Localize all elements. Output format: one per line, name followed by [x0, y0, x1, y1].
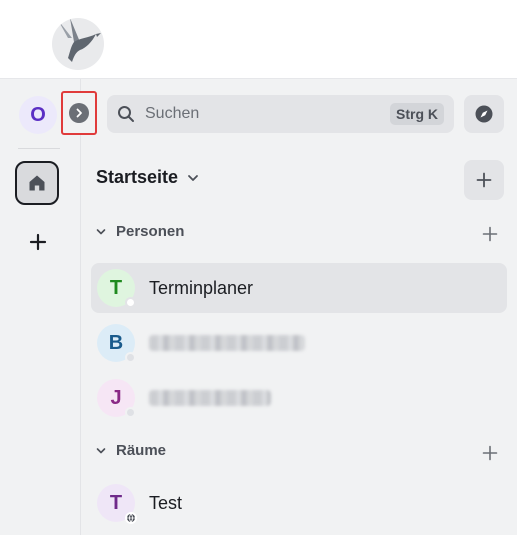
search-shortcut-badge: Strg K	[390, 103, 444, 125]
add-room-button[interactable]	[464, 160, 504, 200]
avatar: T	[97, 484, 137, 524]
add-space-button[interactable]	[26, 230, 50, 254]
add-person-button[interactable]	[482, 224, 498, 246]
home-space-button[interactable]	[15, 161, 59, 205]
add-room-section-button[interactable]	[482, 443, 498, 465]
expand-sidebar-button[interactable]	[61, 91, 97, 135]
avatar: B	[97, 324, 136, 363]
workspace-avatar[interactable]: O	[19, 96, 57, 134]
search-button[interactable]: Suchen Strg K	[107, 95, 454, 133]
section-label: Personen	[116, 223, 185, 240]
avatar: T	[97, 269, 136, 308]
section-header-people[interactable]: Personen	[96, 223, 184, 240]
plus-icon	[476, 172, 492, 188]
presence-indicator	[125, 407, 136, 418]
room-item-terminplaner[interactable]: T Terminplaner	[91, 263, 507, 313]
room-item-dm-b[interactable]: B	[91, 318, 507, 368]
room-item-test[interactable]: T Test	[91, 478, 507, 528]
section-label: Räume	[116, 442, 167, 459]
chevron-down-icon	[188, 174, 198, 181]
globe-icon	[125, 512, 137, 524]
redacted-room-name	[149, 335, 305, 351]
app-header	[0, 0, 517, 79]
redacted-room-name	[149, 390, 271, 406]
room-name: Test	[149, 492, 183, 513]
search-icon	[118, 106, 134, 122]
compass-icon	[475, 105, 493, 123]
bird-logo-icon	[58, 18, 101, 62]
chevron-right-icon	[69, 103, 89, 123]
app-logo	[52, 18, 104, 70]
room-item-dm-j[interactable]: J	[91, 373, 507, 423]
home-icon	[29, 175, 45, 191]
explore-rooms-button[interactable]	[464, 95, 504, 133]
chevron-down-icon	[96, 228, 106, 234]
plus-icon	[29, 233, 47, 251]
page-title: Startseite	[96, 167, 179, 187]
presence-indicator	[125, 352, 136, 363]
space-rail: O	[0, 79, 81, 535]
plus-icon	[482, 226, 498, 242]
presence-indicator	[125, 297, 136, 308]
avatar: J	[97, 379, 136, 418]
room-name: Terminplaner	[149, 277, 254, 298]
search-label: Suchen	[145, 105, 200, 122]
rail-divider	[18, 148, 60, 149]
plus-icon	[482, 445, 498, 461]
room-list-panel: Suchen Strg K Startseite Personen T Term…	[81, 79, 517, 535]
home-title-menu[interactable]: Startseite	[96, 167, 200, 188]
chevron-down-icon	[96, 447, 106, 453]
section-header-rooms[interactable]: Räume	[96, 442, 166, 459]
